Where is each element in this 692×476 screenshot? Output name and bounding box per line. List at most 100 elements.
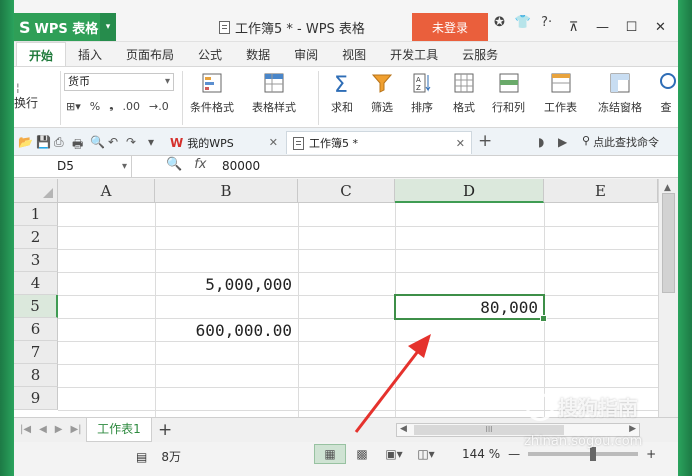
cell-b4[interactable]: 5,000,000 (155, 273, 298, 296)
page-break-view-icon[interactable]: ▩ (346, 444, 378, 464)
skin-icon[interactable]: ✪ (494, 15, 505, 30)
column-header-e[interactable]: E (544, 179, 658, 203)
column-header-d[interactable]: D (395, 179, 544, 203)
reading-mode-icon[interactable]: ◫▾ (410, 444, 442, 464)
column-header-b[interactable]: B (155, 179, 298, 203)
last-sheet-icon[interactable]: ▶| (70, 424, 81, 435)
sheet-tab-1[interactable]: 工作表1 (86, 418, 152, 442)
open-folder-icon[interactable]: 📂 (18, 135, 33, 149)
row-header-1[interactable]: 1 (14, 203, 58, 226)
redo-icon[interactable]: ↷ (126, 135, 136, 149)
chevron-down-icon[interactable]: ▾ (100, 13, 116, 41)
number-format-select[interactable]: 货币 (64, 73, 174, 91)
zoom-slider[interactable] (528, 447, 639, 461)
first-sheet-icon[interactable]: |◀ (20, 424, 31, 435)
print-icon[interactable]: 🖶 (72, 135, 83, 156)
zoom-icon[interactable]: 🔍 (166, 157, 182, 172)
tab-home[interactable]: 开始 (16, 42, 67, 66)
thousands-button[interactable]: ❟ (109, 99, 113, 113)
next-sheet-icon[interactable]: ▶ (55, 424, 63, 435)
tab-view[interactable]: 视图 (330, 42, 378, 66)
sum-button[interactable]: Σ 求和 (330, 71, 354, 115)
add-sheet-icon[interactable]: + (158, 420, 172, 440)
tab-cloud[interactable]: 云服务 (450, 42, 510, 66)
tab-review[interactable]: 审阅 (282, 42, 330, 66)
page-layout-view-icon[interactable]: ▣▾ (378, 444, 410, 464)
row-header-4[interactable]: 4 (14, 272, 58, 295)
command-search[interactable]: ⚲ 点此查找命令 (582, 134, 659, 150)
decrease-decimal-button[interactable]: →.0 (149, 100, 169, 113)
divider (182, 71, 183, 125)
minimize-icon[interactable]: — (588, 13, 617, 41)
svg-text:A: A (416, 76, 421, 84)
zoom-level[interactable]: 144 % (462, 447, 500, 461)
spreadsheet-grid[interactable]: A B C D E 1 2 3 4 5 6 7 8 9 5,000,000 80… (14, 179, 678, 417)
tab-developer[interactable]: 开发工具 (378, 42, 450, 66)
find-icon (660, 73, 676, 89)
currency-icon[interactable]: ⊞▾ (66, 100, 81, 113)
sort-button[interactable]: AZ 排序 (410, 71, 434, 115)
percent-button[interactable]: % (90, 100, 100, 113)
customize-icon[interactable]: ▾ (148, 135, 154, 149)
row-header-8[interactable]: 8 (14, 364, 58, 387)
fx-icon[interactable]: fx (194, 157, 206, 172)
row-header-6[interactable]: 6 (14, 318, 58, 341)
shirt-icon[interactable]: 👕 (515, 15, 531, 30)
tab-page-layout[interactable]: 页面布局 (114, 42, 186, 66)
freeze-panes-button[interactable]: 冻结窗格 (598, 71, 642, 115)
wrap-text-button[interactable]: ¦ 换行 (14, 81, 58, 111)
conditional-format-button[interactable]: 条件格式 (190, 71, 234, 115)
share-icon[interactable]: ▶ (558, 135, 567, 149)
formula-input[interactable]: 80000 (222, 156, 260, 177)
name-box[interactable]: D5 (14, 156, 132, 178)
help-icon[interactable]: ?· (541, 15, 552, 30)
app-menu-button[interactable]: S WPS 表格 ▾ (14, 13, 116, 41)
find-button[interactable]: 查 (654, 71, 678, 115)
rows-columns-button[interactable]: 行和列 (492, 71, 525, 115)
zoom-out-icon[interactable]: — (508, 447, 520, 461)
close-tab-icon[interactable]: ✕ (269, 136, 278, 149)
tab-workbook[interactable]: 工作簿5 * ✕ (286, 131, 472, 154)
tab-data[interactable]: 数据 (234, 42, 282, 66)
row-header-9[interactable]: 9 (14, 387, 58, 410)
save-icon[interactable]: 💾 (36, 135, 51, 149)
format-button[interactable]: 格式 (452, 71, 476, 115)
select-all-corner[interactable] (14, 179, 58, 203)
zoom-in-icon[interactable]: + (646, 447, 656, 461)
scroll-right-icon[interactable]: ▶ (629, 424, 636, 434)
row-header-5[interactable]: 5 (14, 295, 58, 318)
freeze-panes-icon (610, 73, 630, 93)
login-button[interactable]: 未登录 (412, 13, 488, 41)
prev-sheet-icon[interactable]: ◀ (39, 424, 47, 435)
table-style-button[interactable]: 表格样式 (252, 71, 296, 115)
column-header-c[interactable]: C (298, 179, 395, 203)
close-icon[interactable]: ✕ (646, 13, 675, 41)
gridline (58, 272, 658, 273)
row-header-3[interactable]: 3 (14, 249, 58, 272)
increase-decimal-button[interactable]: .00 (123, 100, 141, 113)
export-pdf-icon[interactable]: ⎙ (54, 135, 64, 150)
filter-button[interactable]: 筛选 (370, 71, 394, 115)
close-tab-icon[interactable]: ✕ (456, 137, 465, 150)
undo-icon[interactable]: ↶ (108, 135, 118, 149)
column-header-a[interactable]: A (58, 179, 155, 203)
row-header-7[interactable]: 7 (14, 341, 58, 364)
tab-formulas[interactable]: 公式 (186, 42, 234, 66)
scroll-thumb[interactable] (662, 193, 675, 293)
row-header-2[interactable]: 2 (14, 226, 58, 249)
vertical-scrollbar[interactable]: ▲ (658, 179, 678, 417)
zoom-slider-knob[interactable] (590, 447, 597, 461)
tab-my-wps[interactable]: W 我的WPS ✕ (164, 131, 284, 154)
normal-view-icon[interactable]: ▦ (314, 444, 346, 464)
worksheet-button[interactable]: 工作表 (544, 71, 577, 115)
maximize-icon[interactable]: ☐ (617, 13, 646, 41)
collapse-icon[interactable]: ◗ (538, 135, 544, 149)
scroll-left-icon[interactable]: ◀ (400, 424, 407, 434)
new-tab-icon[interactable]: + (478, 131, 492, 151)
cell-b6[interactable]: 600,000.00 (155, 319, 298, 342)
tab-insert[interactable]: 插入 (66, 42, 114, 66)
wps-window: S WPS 表格 ▾ 工作簿5 * - WPS 表格 未登录 ✪ 👕 ?· ⊼ … (14, 0, 678, 476)
print-preview-icon[interactable]: 🔍 (90, 135, 105, 149)
restore-ribbon-icon[interactable]: ⊼ (559, 13, 588, 41)
scroll-up-icon[interactable]: ▲ (664, 183, 671, 193)
